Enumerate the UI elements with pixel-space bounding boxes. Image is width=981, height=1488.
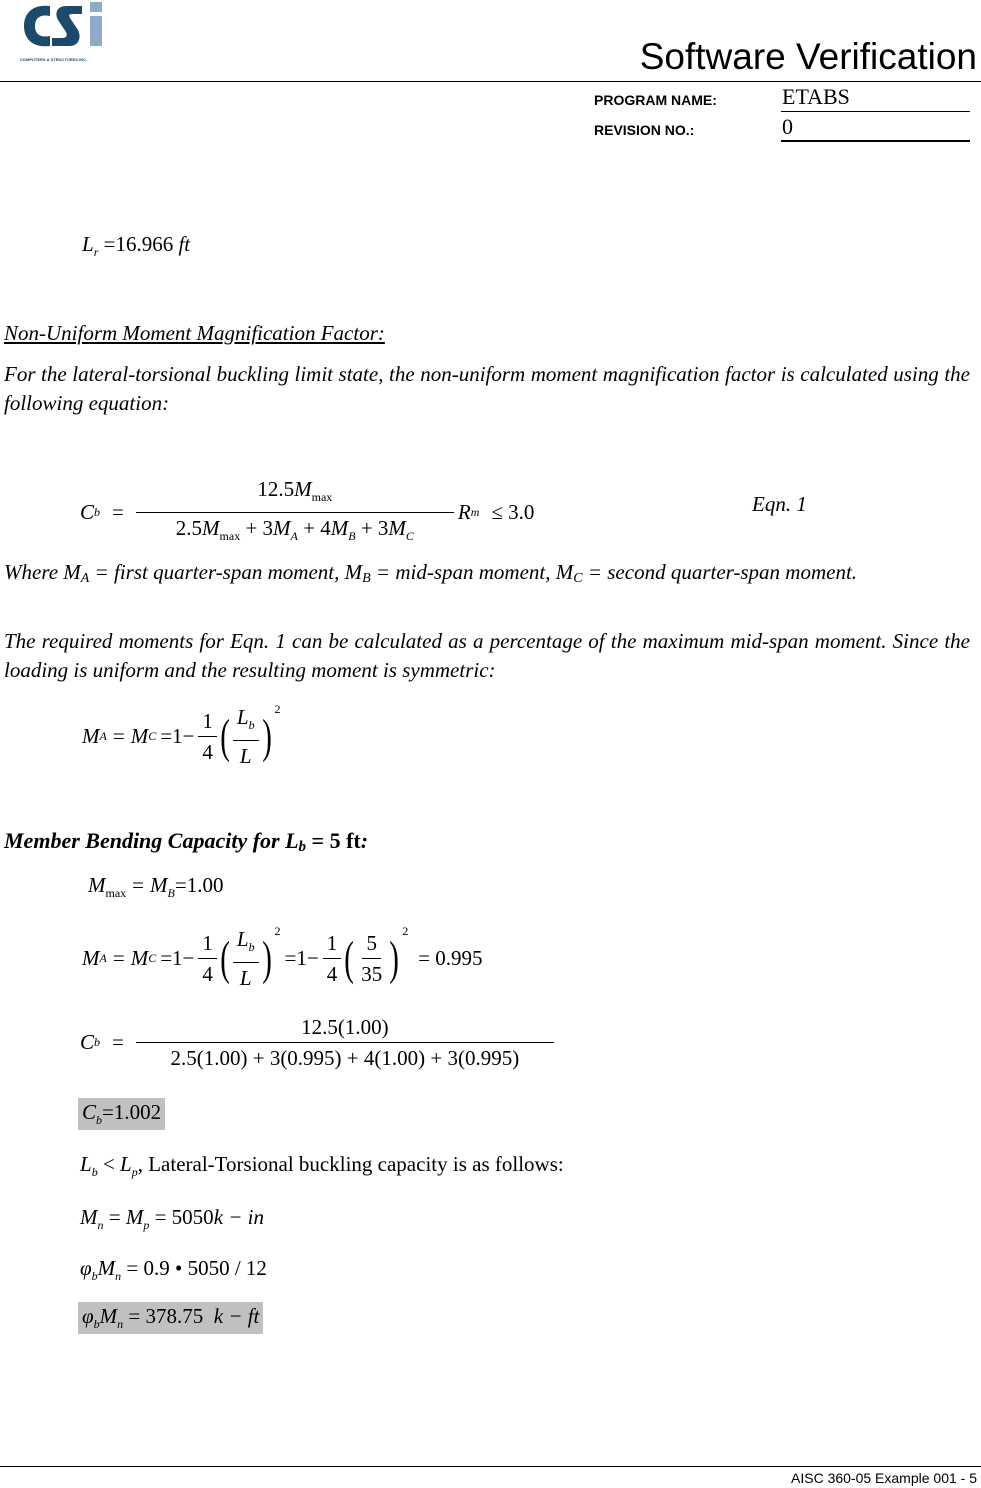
cb-computed-equation: Cb = 12.5(1.00) 2.5(1.00) + 3(0.995) + 4(… [80, 1012, 554, 1073]
where-paragraph: Where MA = first quarter-span moment, MB… [4, 560, 858, 586]
footer-rule [0, 1466, 981, 1467]
ma-mc-general-formula: M A = M C =1− 14 ( Lb L ) 2 [82, 702, 281, 768]
cb-formula: Cb = 12.5Mmax 2.5Mmax + 3MA + 4MB + 3MC … [80, 474, 534, 551]
header-rule [0, 81, 981, 82]
section-heading-bending-capacity: Member Bending Capacity for Lb = 5 ft: [4, 828, 369, 855]
program-name-value: ETABS [782, 84, 850, 109]
footer-page-label: AISC 360-05 Example 001 - 5 [791, 1470, 977, 1486]
cb-fraction: 12.5Mmax 2.5Mmax + 3MA + 4MB + 3MC [135, 474, 454, 551]
lr-equation: Lr =16.966 ft [82, 232, 191, 259]
logo-mark-icon [24, 2, 102, 47]
page-title: Software Verification [639, 36, 977, 77]
phimn-result: φbMn = 378.75 k − ft [78, 1302, 264, 1334]
revision-rule [781, 140, 970, 142]
revision-label: REVISION NO.: [594, 122, 695, 138]
logo-tagline: COMPUTERS & STRUCTURES INC. [20, 57, 88, 62]
ma-mc-computed-equation: M A = M C =1− 14 ( Lb L ) 2 =1− 14 ( 5 35 ) 2 = 0… [82, 924, 483, 990]
mmax-equation: Mmax = MB=1.00 [88, 873, 224, 900]
program-name-rule [781, 111, 970, 112]
revision-value: 0 [782, 114, 793, 139]
mn-equation: Mn = Mp = 5050k − in [80, 1205, 265, 1232]
phimn-calc-equation: φbMn = 0.9 • 5050 / 12 [80, 1256, 267, 1283]
csi-logo: COMPUTERS & STRUCTURES INC. [20, 0, 110, 62]
section-heading-magnification: Non-Uniform Moment Magnification Factor: [4, 321, 385, 345]
required-paragraph: The required moments for Eqn. 1 can be c… [4, 629, 970, 682]
lb-lp-statement: Lb < Lp, Lateral-Torsional buckling capa… [80, 1152, 564, 1179]
eqn-label: Eqn. 1 [752, 492, 807, 516]
program-name-label: PROGRAM NAME: [594, 92, 717, 108]
cb-result: Cb=1.002 [78, 1098, 166, 1130]
intro-paragraph: For the lateral-torsional buckling limit… [4, 362, 970, 415]
